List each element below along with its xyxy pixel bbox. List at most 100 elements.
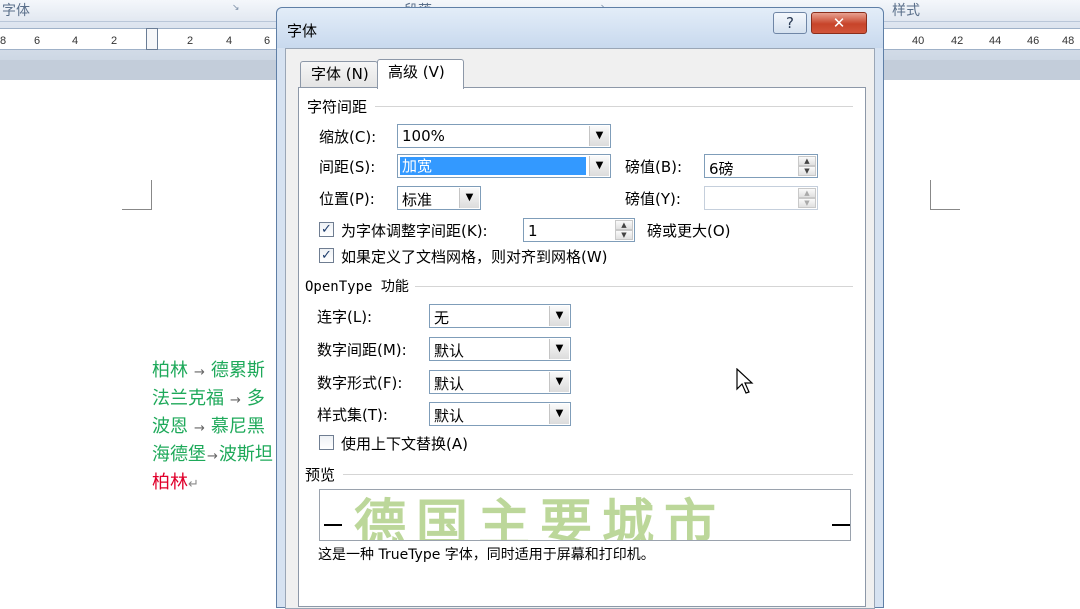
scale-label: 缩放(C): bbox=[319, 128, 377, 146]
spin-up-icon[interactable]: ▲ bbox=[615, 220, 633, 230]
spacing-value: 加宽 bbox=[400, 157, 586, 175]
city-text: 慕尼黑 bbox=[210, 416, 265, 437]
spacing-select[interactable]: 加宽 ▼ bbox=[397, 154, 611, 178]
city-text: 海德堡 bbox=[152, 444, 206, 465]
chevron-down-icon[interactable]: ▼ bbox=[549, 404, 569, 424]
contextual-alternates-label: 使用上下文替换(A) bbox=[341, 435, 468, 453]
city-text: 柏林 bbox=[152, 360, 188, 381]
help-button[interactable]: ? bbox=[773, 12, 807, 34]
document-line[interactable]: 波恩 → 慕尼黑 bbox=[152, 412, 265, 438]
kerning-label: 为字体调整字间距(K): bbox=[341, 222, 488, 240]
indent-marker[interactable] bbox=[146, 28, 158, 50]
ruler-tick: 4 bbox=[226, 35, 233, 47]
preview-font-note: 这是一种 TrueType 字体，同时适用于屏幕和打印机。 bbox=[318, 547, 655, 563]
section-heading-char-spacing: 字符间距 bbox=[307, 98, 368, 116]
snap-to-grid-checkbox[interactable]: ✓ bbox=[319, 248, 334, 263]
ruler-tick: 42 bbox=[951, 35, 964, 47]
document-line[interactable]: 海德堡→波斯坦 bbox=[152, 440, 273, 466]
scale-select[interactable]: 100% ▼ bbox=[397, 124, 611, 148]
chevron-down-icon[interactable]: ▼ bbox=[549, 306, 569, 326]
spin-down-icon[interactable]: ▼ bbox=[798, 198, 816, 208]
position-by-spinner[interactable]: ▲ ▼ bbox=[704, 186, 818, 210]
position-label: 位置(P): bbox=[319, 190, 375, 208]
spin-down-icon[interactable]: ▼ bbox=[798, 166, 816, 176]
number-forms-select[interactable]: 默认 ▼ bbox=[429, 370, 571, 394]
ribbon-group-font-label: 字体 bbox=[2, 3, 30, 19]
spin-down-icon[interactable]: ▼ bbox=[615, 230, 633, 240]
kerning-checkbox[interactable]: ✓ bbox=[319, 222, 334, 237]
kerning-spinner[interactable]: 1 ▲ ▼ bbox=[523, 218, 635, 242]
scale-value: 100% bbox=[402, 127, 445, 145]
snap-to-grid-label: 如果定义了文档网格，则对齐到网格(W) bbox=[341, 248, 608, 266]
chevron-down-icon[interactable]: ▼ bbox=[459, 188, 479, 208]
position-select[interactable]: 标准 ▼ bbox=[397, 186, 481, 210]
stylistic-sets-label: 样式集(T): bbox=[317, 406, 388, 424]
dialog-titlebar[interactable]: 字体 ? ✕ bbox=[277, 8, 883, 48]
font-dialog-launcher-icon[interactable]: ↘ bbox=[232, 3, 242, 13]
baseline-mark-right bbox=[832, 524, 850, 526]
section-heading-preview: 预览 bbox=[305, 466, 336, 484]
stylistic-sets-select[interactable]: 默认 ▼ bbox=[429, 402, 571, 426]
crop-mark-right bbox=[930, 180, 960, 210]
ligatures-select[interactable]: 无 ▼ bbox=[429, 304, 571, 328]
spin-up-icon[interactable]: ▲ bbox=[798, 188, 816, 198]
city-text: 波斯坦 bbox=[218, 444, 273, 465]
ruler-tick: 6 bbox=[34, 35, 41, 47]
spacing-label: 间距(S): bbox=[319, 158, 376, 176]
number-forms-value: 默认 bbox=[434, 375, 465, 393]
preview-box: 德国主要城市 bbox=[319, 489, 851, 541]
ribbon-group-styles-label: 样式 bbox=[892, 3, 920, 19]
divider bbox=[375, 106, 853, 107]
close-button[interactable]: ✕ bbox=[811, 12, 867, 34]
paragraph-mark-icon: ↵ bbox=[188, 477, 199, 492]
arrow-icon: → bbox=[230, 393, 241, 408]
chevron-down-icon[interactable]: ▼ bbox=[549, 372, 569, 392]
position-value: 标准 bbox=[402, 191, 433, 209]
city-text: 波恩 bbox=[152, 416, 188, 437]
ruler-tick: 48 bbox=[1062, 35, 1075, 47]
mouse-cursor-icon bbox=[736, 368, 754, 394]
ruler-tick: 46 bbox=[1027, 35, 1040, 47]
close-icon: ✕ bbox=[832, 14, 846, 32]
document-line[interactable]: 柏林↵ bbox=[152, 468, 199, 494]
ligatures-value: 无 bbox=[434, 309, 450, 327]
divider bbox=[415, 286, 853, 287]
ruler-tick: 2 bbox=[111, 35, 118, 47]
ruler-tick: 4 bbox=[72, 35, 79, 47]
document-line[interactable]: 柏林 → 德累斯 bbox=[152, 356, 265, 382]
chevron-down-icon[interactable]: ▼ bbox=[589, 126, 609, 146]
tab-advanced[interactable]: 高级 (V) bbox=[377, 59, 464, 89]
spacing-by-value: 6磅 bbox=[709, 160, 734, 178]
city-text: 柏林 bbox=[152, 472, 188, 493]
number-forms-label: 数字形式(F): bbox=[317, 374, 403, 392]
ruler-tick: 8 bbox=[0, 35, 7, 47]
number-spacing-label: 数字间距(M): bbox=[317, 341, 407, 359]
number-spacing-select[interactable]: 默认 ▼ bbox=[429, 337, 571, 361]
arrow-icon: → bbox=[207, 449, 218, 464]
number-spacing-value: 默认 bbox=[434, 342, 465, 360]
stylistic-sets-value: 默认 bbox=[434, 407, 465, 425]
crop-mark-left bbox=[122, 180, 152, 210]
city-text: 德累斯 bbox=[210, 360, 265, 381]
kerning-suffix: 磅或更大(O) bbox=[647, 222, 731, 240]
arrow-icon: → bbox=[194, 421, 205, 436]
ruler-tick: 44 bbox=[989, 35, 1002, 47]
arrow-icon: → bbox=[194, 365, 205, 380]
tab-font[interactable]: 字体 (N) bbox=[300, 61, 378, 87]
ruler-tick: 40 bbox=[912, 35, 925, 47]
preview-sample-text: 德国主要城市 bbox=[354, 495, 727, 541]
ligatures-label: 连字(L): bbox=[317, 308, 373, 326]
city-text: 法兰克福 bbox=[152, 388, 224, 409]
ruler-tick: 6 bbox=[264, 35, 271, 47]
contextual-alternates-checkbox[interactable] bbox=[319, 435, 334, 450]
chevron-down-icon[interactable]: ▼ bbox=[549, 339, 569, 359]
spacing-by-spinner[interactable]: 6磅 ▲ ▼ bbox=[704, 154, 818, 178]
city-text: 多 bbox=[246, 388, 265, 409]
document-line[interactable]: 法兰克福 → 多 bbox=[152, 384, 265, 410]
position-by-label: 磅值(Y): bbox=[625, 190, 681, 208]
kerning-value: 1 bbox=[528, 222, 538, 240]
dialog-title: 字体 bbox=[287, 22, 318, 40]
ruler-tick: 2 bbox=[187, 35, 194, 47]
spin-up-icon[interactable]: ▲ bbox=[798, 156, 816, 166]
chevron-down-icon[interactable]: ▼ bbox=[589, 156, 609, 176]
